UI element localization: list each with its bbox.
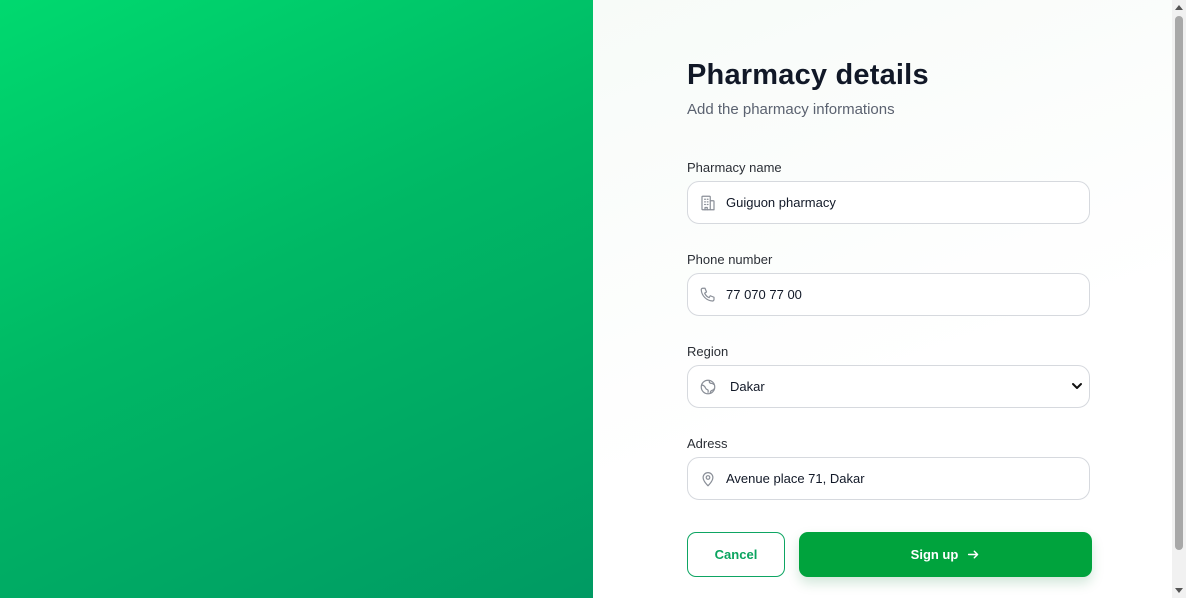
page: Pharmacy details Add the pharmacy inform… xyxy=(0,0,1200,598)
address-input[interactable]: Avenue place 71, Dakar xyxy=(687,457,1090,500)
hero-gradient-panel xyxy=(0,0,593,598)
pharmacy-details-form: Pharmacy details Add the pharmacy inform… xyxy=(687,58,1092,577)
vertical-scrollbar[interactable] xyxy=(1172,0,1186,598)
phone-icon xyxy=(698,285,718,305)
page-subtitle: Add the pharmacy informations xyxy=(687,101,895,118)
pharmacy-name-label: Pharmacy name xyxy=(687,160,782,175)
scroll-up-icon[interactable] xyxy=(1175,5,1183,10)
scrollbar-thumb[interactable] xyxy=(1175,16,1183,550)
scroll-down-icon[interactable] xyxy=(1175,588,1183,593)
region-label: Region xyxy=(687,344,729,359)
phone-number-input[interactable]: 77 070 77 00 xyxy=(687,273,1090,316)
globe-icon xyxy=(698,377,718,397)
form-panel: Pharmacy details Add the pharmacy inform… xyxy=(593,0,1186,598)
page-title: Pharmacy details xyxy=(687,59,929,91)
pharmacy-name-input[interactable]: Guiguon pharmacy xyxy=(687,181,1090,224)
address-value: Avenue place 71, Dakar xyxy=(726,471,865,486)
sign-up-button[interactable]: Sign up xyxy=(799,532,1092,577)
chevron-down-icon[interactable] xyxy=(1069,378,1085,394)
phone-number-value: 77 070 77 00 xyxy=(726,287,802,302)
cancel-button-label: Cancel xyxy=(714,547,758,562)
sign-up-button-label: Sign up xyxy=(910,547,959,562)
phone-number-label: Phone number xyxy=(687,252,773,267)
region-value: Dakar xyxy=(730,379,765,394)
region-select[interactable]: Dakar xyxy=(687,365,1090,408)
arrow-right-icon xyxy=(967,548,980,561)
address-label: Adress xyxy=(687,436,728,451)
map-pin-icon xyxy=(698,469,718,489)
pharmacy-name-value: Guiguon pharmacy xyxy=(726,195,836,210)
building-icon xyxy=(698,193,718,213)
cancel-button[interactable]: Cancel xyxy=(687,532,785,577)
